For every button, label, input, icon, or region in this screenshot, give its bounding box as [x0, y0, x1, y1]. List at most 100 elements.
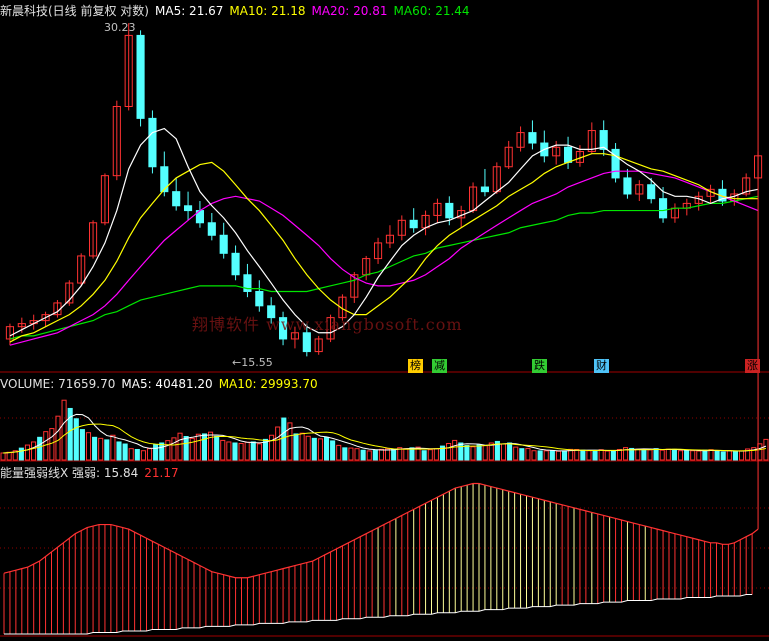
volume-bar — [738, 450, 745, 461]
volume-bar — [684, 450, 690, 461]
candle-body — [599, 130, 608, 150]
volume-bar — [79, 429, 85, 461]
ma20-readout: MA20: 20.81 — [311, 4, 388, 18]
volume-bar — [299, 432, 305, 461]
volume-bar — [677, 450, 684, 461]
candle-body — [160, 166, 169, 193]
volume-bar — [433, 448, 439, 461]
volume-bar — [372, 450, 378, 461]
price-header: 新晨科技(日线 前复权 对数) MA5: 21.67 MA10: 21.18 MA20… — [0, 3, 476, 19]
volume-bar — [293, 433, 299, 461]
candle-body — [136, 34, 145, 119]
volume-bar — [446, 443, 452, 461]
volume-bar — [604, 450, 610, 461]
volume-bar — [378, 448, 384, 461]
candle-body — [480, 186, 489, 193]
ma60-readout: MA60: 21.44 — [393, 4, 470, 18]
volume-bar — [635, 448, 641, 461]
volume-bar — [653, 448, 659, 461]
volume-bar — [305, 435, 311, 461]
volume-bar — [452, 439, 458, 461]
volume-bar — [31, 441, 37, 461]
volume-bar — [507, 442, 513, 461]
volume-bar — [122, 443, 128, 461]
ma10-readout: MA10: 21.18 — [229, 4, 306, 18]
volume-bar — [732, 450, 738, 461]
volume-bar — [37, 436, 43, 461]
volume-bar — [275, 426, 281, 461]
volume-bar — [256, 443, 262, 461]
volume-bar — [336, 444, 342, 461]
candle-body — [148, 117, 157, 168]
volume-bar — [391, 448, 397, 461]
candle-body — [219, 234, 228, 254]
volume-bar — [671, 448, 677, 461]
volume-bar — [140, 450, 146, 461]
volume-bar — [360, 449, 366, 461]
volume-bar — [647, 449, 653, 461]
volume-bar — [171, 437, 177, 461]
volume-bar — [421, 450, 427, 461]
volume-bar — [549, 450, 555, 461]
candle-body — [659, 198, 668, 219]
volume-bar — [519, 448, 525, 461]
volume-bar — [403, 448, 409, 461]
volume-bar — [201, 433, 208, 461]
volume-bar — [49, 428, 55, 461]
volume-bar — [580, 449, 586, 461]
volume-bar — [153, 444, 159, 461]
volume-bar — [0, 452, 6, 461]
volume-bar — [220, 439, 226, 461]
volume-bar — [146, 448, 153, 461]
volume-bar — [543, 450, 549, 461]
volume-bar — [610, 450, 616, 461]
volume-bar — [214, 435, 220, 461]
volume-bar — [61, 399, 67, 461]
event-tag[interactable]: 涨 — [745, 359, 760, 373]
stock-chart[interactable]: 新晨科技(日线 前复权 对数) MA5: 21.67 MA10: 21.18 MA20… — [0, 0, 769, 637]
event-tag[interactable]: 减 — [432, 359, 447, 373]
volume-bar — [348, 447, 354, 461]
volume-bar — [726, 450, 732, 461]
volume-bar — [354, 448, 360, 461]
volume-readout: VOLUME: 71659.70 — [0, 377, 116, 391]
volume-bar — [476, 444, 482, 461]
volume-bar — [232, 442, 238, 461]
volume-bar — [250, 441, 256, 461]
volume-bar — [696, 450, 702, 461]
volume-bar — [537, 450, 543, 461]
high-price-label: 30.23 — [104, 21, 136, 34]
volume-bar — [195, 433, 201, 461]
candle-body — [172, 191, 181, 207]
volume-bar — [555, 450, 561, 461]
volume-bar — [226, 441, 232, 461]
event-tag[interactable]: 跌 — [532, 359, 547, 373]
candle-body — [207, 222, 216, 236]
event-tag[interactable]: 榜 — [408, 359, 423, 373]
volume-bar — [323, 436, 330, 461]
volume-bar — [665, 448, 671, 461]
candle-body — [184, 205, 193, 212]
indicator-value2: 21.17 — [144, 466, 179, 480]
volume-bar — [330, 440, 336, 461]
volume-bar — [104, 439, 110, 461]
candle-body — [231, 252, 240, 276]
volume-bar — [183, 435, 189, 461]
candle-body — [647, 184, 656, 200]
volume-bar — [720, 451, 726, 461]
volume-bar — [561, 450, 568, 461]
ma5-line — [9, 127, 759, 337]
volume-bar — [586, 450, 592, 461]
indicator-readout: 能量强弱线X 强弱: 15.84 — [0, 466, 139, 480]
volume-bar — [165, 440, 171, 461]
volume-bar — [311, 437, 317, 461]
volume-bar — [513, 446, 519, 461]
ma5-readout: MA5: 21.67 — [155, 4, 224, 18]
volume-bar — [269, 434, 275, 461]
volume-bar — [763, 438, 769, 461]
volume-bar — [598, 449, 604, 461]
event-tag[interactable]: 财 — [594, 359, 609, 373]
volume-bar — [159, 442, 165, 461]
volume-bar — [641, 449, 647, 461]
volume-bar — [574, 448, 580, 461]
